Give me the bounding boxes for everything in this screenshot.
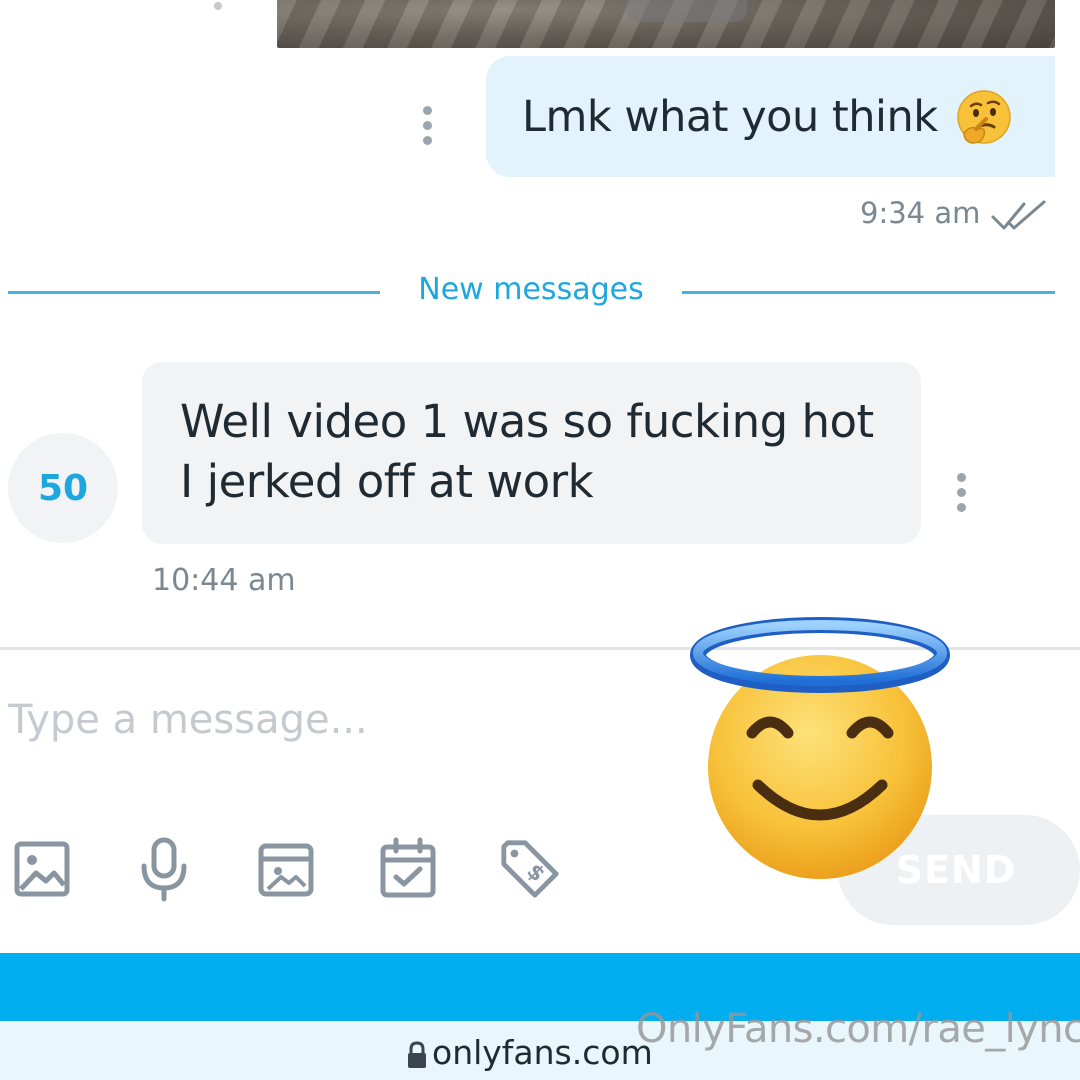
vault-icon[interactable] <box>254 836 318 902</box>
watermark-text: OnlyFans.com/rae_lynch <box>636 1006 1080 1052</box>
avatar[interactable]: 50 <box>8 433 118 543</box>
image-icon[interactable] <box>10 836 74 902</box>
outgoing-message-text: Lmk what you think <box>522 91 938 142</box>
pagination-dot <box>214 2 222 10</box>
smiling-face-with-halo-icon <box>690 617 950 879</box>
media-badge <box>627 0 747 22</box>
lock-icon <box>408 1041 426 1068</box>
message-options-icon[interactable] <box>422 106 432 145</box>
incoming-message-line: Well video 1 was so fucking hot <box>180 395 874 448</box>
read-receipt-icon <box>991 200 1046 230</box>
divider-line-right <box>682 291 1055 294</box>
price-tag-icon[interactable]: $ <box>498 836 562 902</box>
browser-url[interactable]: onlyfans.com <box>432 1033 653 1072</box>
incoming-message-bubble: Well video 1 was so fucking hot I jerked… <box>142 362 921 544</box>
message-options-icon[interactable] <box>956 473 966 512</box>
microphone-icon[interactable] <box>132 836 196 902</box>
incoming-timestamp: 10:44 am <box>152 563 296 598</box>
incoming-message-line: I jerked off at work <box>180 455 594 508</box>
schedule-icon[interactable] <box>376 836 440 902</box>
outgoing-message-bubble: Lmk what you think <box>486 56 1055 177</box>
message-input[interactable] <box>8 690 668 750</box>
new-messages-divider: New messages <box>418 272 644 307</box>
media-photo[interactable] <box>277 0 1055 48</box>
divider-line-left <box>8 291 380 294</box>
outgoing-timestamp: 9:34 am <box>860 196 981 230</box>
thinking-face-icon <box>956 89 1011 144</box>
